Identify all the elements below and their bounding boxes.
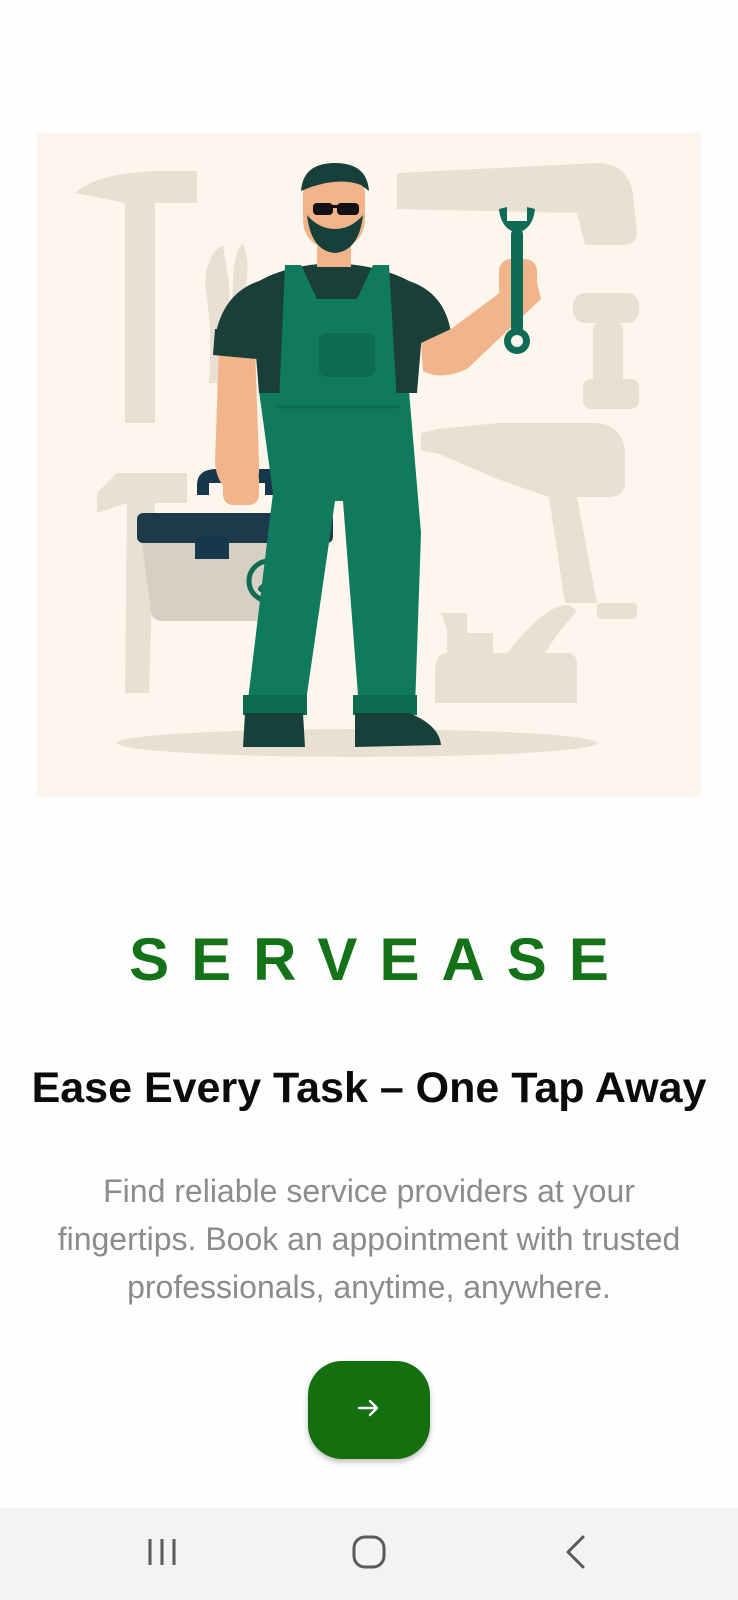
onboarding-description: Find reliable service providers at your … bbox=[57, 1173, 681, 1305]
back-button[interactable] bbox=[536, 1528, 616, 1580]
app-brand-title: SERVEASE bbox=[129, 926, 631, 993]
arrow-right-icon bbox=[355, 1394, 383, 1427]
recents-button[interactable] bbox=[122, 1528, 202, 1580]
onboarding-screen: SERVEASE Ease Every Task – One Tap Away … bbox=[0, 0, 738, 1600]
recents-icon bbox=[145, 1536, 179, 1573]
back-icon bbox=[563, 1534, 589, 1575]
system-navigation-bar bbox=[0, 1508, 738, 1600]
home-button[interactable] bbox=[329, 1528, 409, 1580]
hero-illustration bbox=[37, 133, 701, 797]
home-icon bbox=[351, 1534, 387, 1575]
next-button[interactable] bbox=[308, 1361, 430, 1459]
onboarding-headline: Ease Every Task – One Tap Away bbox=[31, 1064, 707, 1112]
